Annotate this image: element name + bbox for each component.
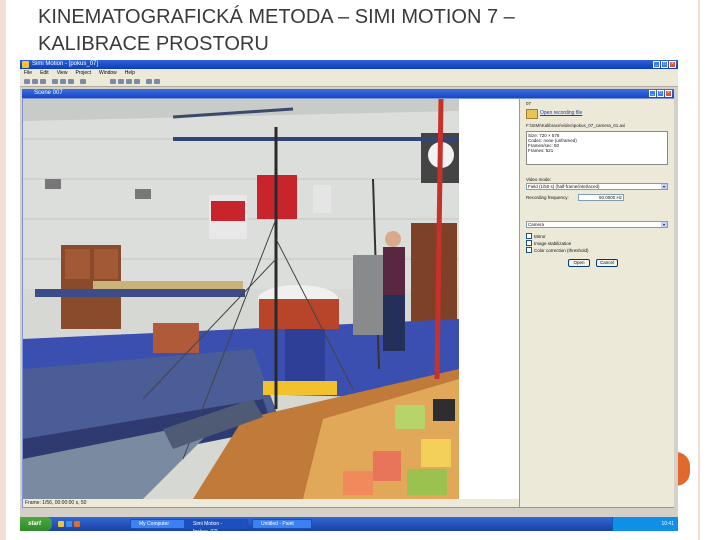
slide-right-border [690,0,720,540]
camera-icon[interactable] [118,79,124,84]
paste-icon[interactable] [68,79,74,84]
video-info-box: Size: 720 × 576 Codec: none (unframed) F… [526,131,668,165]
source-value: Camera [528,222,545,227]
scene-window-body: Frame: 1/56, 00:00:00 s, 50 07 Open reco… [22,98,674,508]
frequency-label: Recording frequency: [526,195,569,200]
taskbar-item-simi-motion[interactable]: Simi Motion - [pokus_07] [184,519,248,531]
checkbox-box[interactable] [526,233,532,239]
app-window-controls: _ □ × [653,61,676,68]
chart-icon[interactable] [126,79,132,84]
simi-motion-screenshot: Simi Motion - [pokus_07] _ □ × File Edit… [20,60,678,531]
clock[interactable]: 10:41 [661,521,674,527]
close-button[interactable]: × [669,61,676,68]
app-window-title: Simi Motion - [pokus_07] [32,61,99,67]
taskbar-item-my-computer[interactable]: My Computer [130,519,190,529]
menu-edit[interactable]: Edit [40,69,49,77]
help-icon[interactable] [154,79,160,84]
slide-number-badge [676,452,690,486]
info-line: Frames: 521 [528,148,554,153]
calibration-icon[interactable] [134,79,140,84]
app-icon [22,61,29,68]
open-button[interactable]: Open [568,259,590,267]
cut-icon[interactable] [52,79,58,84]
capture-icon[interactable] [110,79,116,84]
menu-help[interactable]: Help [125,69,135,77]
scene-window-title: Scene 007 [34,90,63,96]
minimize-button[interactable]: _ [653,61,660,68]
scene-window-controls: _ □ × [649,90,672,97]
cancel-button[interactable]: Cancel [596,259,618,267]
slide-left-border [0,0,6,540]
folder-icon [526,109,538,119]
quick-launch-media-icon[interactable] [74,521,80,527]
undo-icon[interactable] [80,79,86,84]
menu-bar: File Edit View Project Window Help [20,69,678,77]
maximize-button[interactable]: □ [661,61,668,68]
source-select[interactable]: Camera ▾ [526,221,668,228]
file-path: F:\SIMI\Kalibrace\video\pokus_07_camera_… [526,123,626,128]
video-mode-value: Field (1/50 s) (half-frame/interlaced) [528,184,600,189]
new-file-icon[interactable] [24,79,30,84]
app-titlebar[interactable]: Simi Motion - [pokus_07] _ □ × [20,60,678,69]
taskbar: start My Computer Simi Motion - [pokus_0… [20,517,678,531]
video-mode-select[interactable]: Field (1/50 s) (half-frame/interlaced) ▾ [526,183,668,190]
taskbar-item-paint[interactable]: Untitled - Paint [252,519,312,529]
slide-title: KINEMATOGRAFICKÁ METODA – SIMI MOTION 7 … [38,4,638,58]
open-recording-link[interactable]: Open recording file [540,110,582,116]
settings-icon[interactable] [146,79,152,84]
system-tray: 10:41 [612,517,678,531]
start-button[interactable]: start [20,517,52,531]
video-status-bar: Frame: 1/56, 00:00:00 s, 50 [23,499,521,507]
video-mode-label: Video mode: [526,177,552,182]
slide-title-line-1: KINEMATOGRAFICKÁ METODA – SIMI MOTION 7 … [38,6,515,28]
chevron-down-icon: ▾ [661,222,667,227]
scene-maximize-button[interactable]: □ [657,90,664,97]
calibration-panel: 07 Open recording file F:\SIMI\Kalibrace… [519,99,674,507]
chevron-down-icon: ▾ [661,184,667,189]
mirror-checkbox[interactable]: Mirror [526,233,546,239]
menu-view[interactable]: View [57,69,68,77]
video-frame[interactable] [23,99,459,499]
quick-launch-explorer-icon[interactable] [58,521,64,527]
scene-close-button[interactable]: × [665,90,672,97]
menu-file[interactable]: File [24,69,32,77]
save-icon[interactable] [40,79,46,84]
menu-project[interactable]: Project [75,69,91,77]
slide-title-line-2: KALIBRACE PROSTORU [38,33,269,55]
checkbox-box[interactable] [526,247,532,253]
scene-minimize-button[interactable]: _ [649,90,656,97]
checkbox-label: Mirror [534,233,546,239]
checkbox-label: Color correction (threshold) [534,247,589,253]
color-correction-checkbox[interactable]: Color correction (threshold) [526,247,589,253]
frequency-field[interactable]: 50.0000 Hz [578,194,624,201]
stabilization-checkbox[interactable]: Image stabilization [526,240,571,246]
panel-header: 07 [526,101,532,106]
gym-video-image [23,99,459,499]
quick-launch-ie-icon[interactable] [66,521,72,527]
checkbox-box[interactable] [526,240,532,246]
toolbar [20,77,678,87]
menu-window[interactable]: Window [99,69,117,77]
copy-icon[interactable] [60,79,66,84]
open-folder-icon[interactable] [32,79,38,84]
scene-window-titlebar[interactable]: Scene 007 _ □ × [22,89,674,98]
checkbox-label: Image stabilization [534,240,572,246]
